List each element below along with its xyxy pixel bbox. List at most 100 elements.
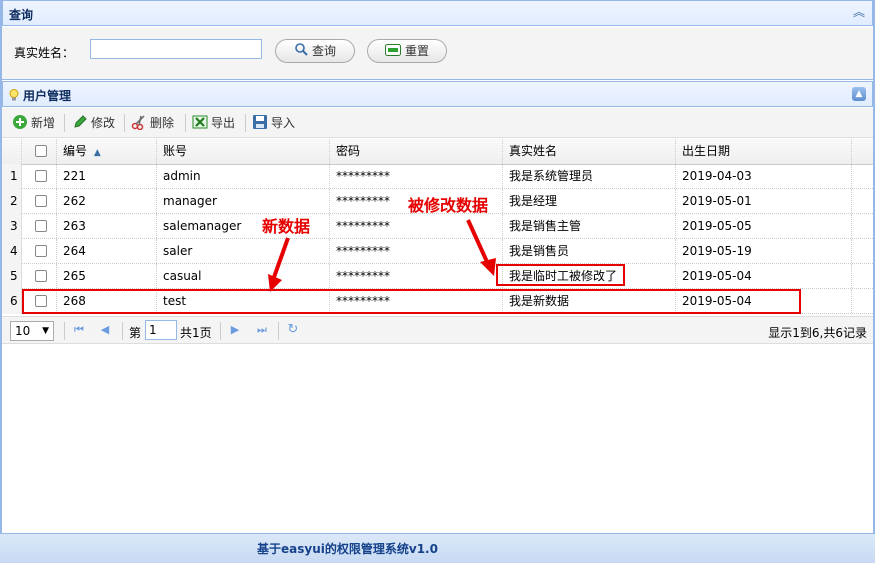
reset-button-label: 重置 — [404, 44, 429, 58]
import-button[interactable]: 导入 — [252, 114, 295, 132]
column-header-birth[interactable]: 出生日期 — [676, 139, 852, 164]
cell-real-name: 我是经理 — [503, 189, 676, 213]
table-row[interactable]: 1 221 admin ********* 我是系统管理员 2019-04-03 — [2, 164, 873, 189]
cell-id: 265 — [57, 264, 157, 288]
column-header-password[interactable]: 密码 — [330, 139, 503, 164]
column-header-id[interactable]: 编号 ▲ — [57, 139, 157, 164]
sort-asc-icon: ▲ — [93, 148, 101, 158]
double-chevron-up-icon[interactable]: ︽ — [852, 5, 866, 19]
cell-password: ********* — [330, 164, 503, 188]
page-size-select[interactable]: 10 ▼ — [10, 321, 54, 341]
pager-separator — [122, 322, 123, 340]
cell-id: 262 — [57, 189, 157, 213]
new-row-highlight — [22, 289, 801, 314]
edit-button[interactable]: 修改 — [72, 114, 115, 132]
import-label: 导入 — [271, 116, 296, 130]
row-number: 4 — [2, 239, 22, 264]
delete-label: 删除 — [150, 116, 175, 130]
column-label-account: 账号 — [163, 144, 188, 158]
toolbar-separator — [245, 114, 246, 132]
column-label-id: 编号 — [63, 144, 88, 158]
cell-real-name: 我是销售主管 — [503, 214, 676, 238]
excel-icon — [192, 114, 208, 130]
query-panel-header: 查询 ︽ — [2, 0, 873, 26]
row-number: 6 — [2, 289, 22, 314]
add-label: 新增 — [31, 116, 56, 130]
cell-birth: 2019-05-19 — [676, 239, 852, 263]
row-checkbox-cell — [22, 239, 57, 263]
toolbar-separator — [64, 114, 65, 132]
export-label: 导出 — [211, 116, 236, 130]
dropdown-arrow-icon: ▼ — [42, 326, 49, 336]
cell-birth: 2019-05-04 — [676, 264, 852, 288]
row-checkbox[interactable] — [35, 270, 47, 282]
row-checkbox-cell — [22, 264, 57, 288]
table-row[interactable]: 3 263 salemanager ********* 我是销售主管 2019-05-05 — [2, 214, 873, 239]
column-header-account[interactable]: 账号 — [157, 139, 330, 164]
new-data-arrow — [268, 237, 290, 292]
row-checkbox-cell — [22, 164, 57, 188]
reset-icon — [384, 41, 401, 63]
add-button[interactable]: 新增 — [12, 114, 55, 132]
reset-button[interactable]: 重置 — [367, 39, 447, 63]
pager-separator — [278, 322, 279, 340]
row-checkbox[interactable] — [35, 245, 47, 257]
grid-toolbar: 新增 修改 删除 导出 导入 — [2, 108, 873, 138]
next-page-icon[interactable]: ▶ — [228, 323, 242, 337]
select-all-checkbox[interactable] — [35, 145, 47, 157]
collapse-icon[interactable]: ▲ — [852, 87, 866, 101]
user-panel-title: 用户管理 — [23, 89, 72, 103]
pager-separator — [220, 322, 221, 340]
page-total: 共1页 — [180, 326, 212, 340]
search-icon — [294, 41, 308, 63]
first-page-icon[interactable]: ⏮ — [72, 323, 86, 337]
column-label-birth: 出生日期 — [682, 144, 731, 158]
row-checkbox[interactable] — [35, 220, 47, 232]
user-datagrid: 编号 ▲ 账号 密码 真实姓名 出生日期 1 221 admin ********* 我… — [2, 139, 873, 314]
column-label-password: 密码 — [336, 144, 361, 158]
pagination-bar: 10 ▼ ⏮ ◀ 第 共1页 ▶ ⏭ ↻ 显示1到6,共6记录 — [2, 316, 873, 344]
row-number: 5 — [2, 264, 22, 289]
delete-button[interactable]: 删除 — [131, 114, 174, 132]
last-page-icon[interactable]: ⏭ — [255, 323, 269, 337]
add-icon — [12, 114, 28, 130]
table-row[interactable]: 5 265 casual ********* 我是临时工被修改了 2019-05-04 — [2, 264, 873, 289]
cell-birth: 2019-05-05 — [676, 214, 852, 238]
footer-title: 基于easyui的权限管理系统v1.0 — [257, 542, 438, 556]
cell-account: admin — [157, 164, 330, 188]
modified-data-annotation: 被修改数据 — [408, 196, 489, 215]
cell-birth: 2019-04-03 — [676, 164, 852, 188]
query-panel-body: 真实姓名： 查询 重置 — [2, 27, 873, 80]
row-checkbox-cell — [22, 214, 57, 238]
rownumber-header — [2, 139, 22, 164]
user-panel-title-wrap: 用户管理 — [9, 87, 71, 104]
page-prefix: 第 — [129, 326, 142, 340]
row-number: 3 — [2, 214, 22, 239]
save-icon — [252, 114, 268, 130]
cell-id: 221 — [57, 164, 157, 188]
table-row[interactable]: 4 264 saler ********* 我是销售员 2019-05-19 — [2, 239, 873, 264]
user-panel-header: 用户管理 ▲ — [2, 81, 873, 107]
row-checkbox[interactable] — [35, 195, 47, 207]
pencil-icon — [72, 114, 88, 130]
real-name-input[interactable] — [90, 39, 262, 59]
export-button[interactable]: 导出 — [192, 114, 235, 132]
lightbulb-icon — [9, 89, 19, 101]
refresh-icon[interactable]: ↻ — [286, 323, 300, 337]
query-panel-title: 查询 — [9, 8, 34, 22]
cell-real-name: 我是销售员 — [503, 239, 676, 263]
cell-account: casual — [157, 264, 330, 288]
toolbar-separator — [185, 114, 186, 132]
row-checkbox-cell — [22, 189, 57, 213]
grid-header: 编号 ▲ 账号 密码 真实姓名 出生日期 — [2, 139, 873, 165]
cell-account: manager — [157, 189, 330, 213]
search-button[interactable]: 查询 — [275, 39, 355, 63]
scissors-icon — [131, 114, 147, 131]
column-header-real-name[interactable]: 真实姓名 — [503, 139, 676, 164]
cell-id: 263 — [57, 214, 157, 238]
prev-page-icon[interactable]: ◀ — [98, 323, 112, 337]
page-number-input[interactable] — [145, 320, 177, 340]
row-checkbox[interactable] — [35, 170, 47, 182]
pager-info: 显示1到6,共6记录 — [768, 326, 867, 340]
select-all-header — [22, 139, 57, 164]
